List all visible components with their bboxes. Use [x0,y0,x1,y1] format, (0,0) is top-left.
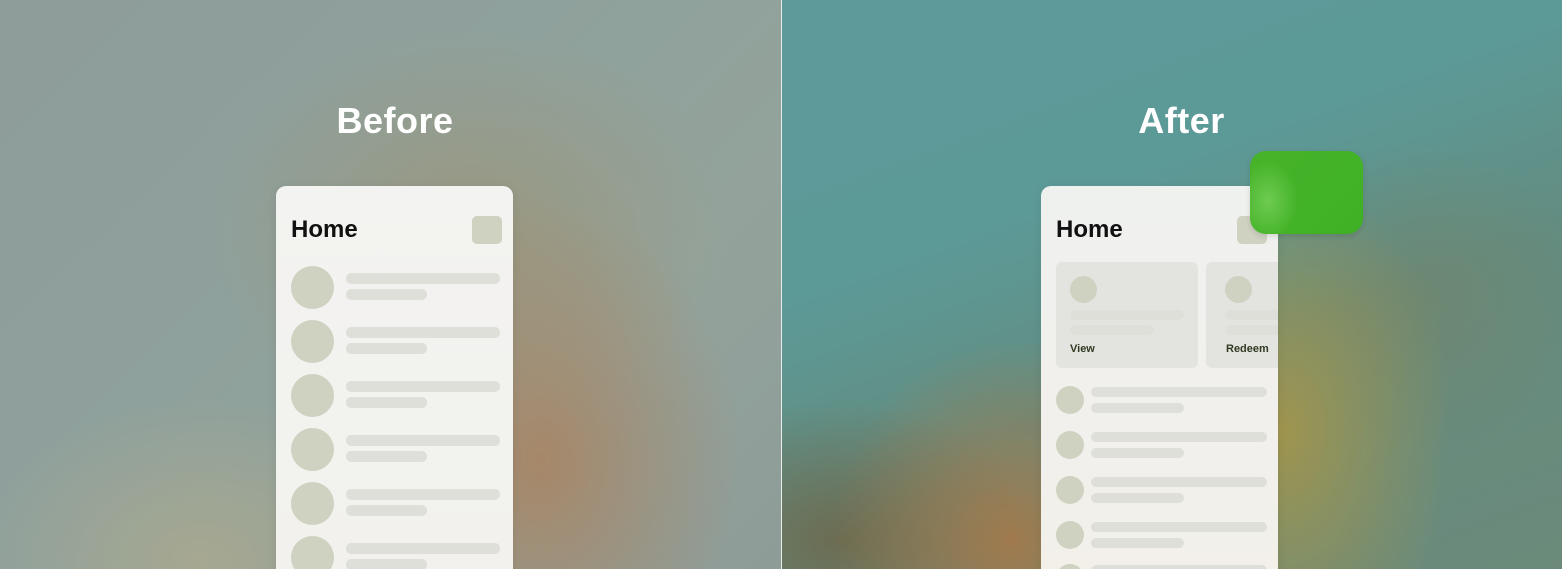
placeholder-line [346,489,500,500]
before-home-title: Home [291,216,358,243]
placeholder-line [1070,310,1184,320]
green-notification-badge[interactable] [1250,151,1363,234]
redeem-link[interactable]: Redeem [1226,343,1269,355]
placeholder-line [1091,403,1184,413]
placeholder-line [1091,432,1267,442]
card-carousel[interactable]: View Redeem [1056,262,1278,368]
placeholder-line [346,289,427,300]
list-item[interactable] [291,374,501,418]
card-avatar [1070,276,1097,303]
avatar [291,536,334,569]
placeholder-line [346,543,500,554]
placeholder-line [346,451,427,462]
placeholder-line [1091,477,1267,487]
list-item[interactable] [1056,431,1267,461]
placeholder-line [1091,387,1267,397]
view-link[interactable]: View [1070,343,1095,355]
placeholder-line [346,397,427,408]
avatar [1056,476,1084,504]
list-item[interactable] [291,320,501,364]
list-item[interactable] [1056,564,1267,569]
after-title: After [1138,100,1225,141]
placeholder-line [1091,448,1184,458]
list-item[interactable] [291,482,501,526]
placeholder-line [346,435,500,446]
placeholder-line [346,559,427,569]
avatar [1056,431,1084,459]
list-item[interactable] [1056,476,1267,506]
avatar [1056,386,1084,414]
before-header-action-button[interactable] [472,216,502,244]
avatar [291,320,334,363]
after-phone-screen: Home View Redeem [1041,186,1278,569]
placeholder-line [1225,310,1278,320]
placeholder-line [346,273,500,284]
placeholder-line [346,505,427,516]
comparison-stage: Before Home After Home View Redeem [0,0,1562,569]
placeholder-line [1091,565,1267,569]
placeholder-line [1070,325,1154,335]
avatar [291,266,334,309]
placeholder-line [1091,493,1184,503]
placeholder-line [1091,538,1184,548]
placeholder-line [346,343,427,354]
list-item[interactable] [1056,521,1267,551]
placeholder-line [1091,522,1267,532]
avatar [291,374,334,417]
placeholder-line [346,381,500,392]
avatar [1056,564,1084,569]
after-home-title: Home [1056,216,1123,243]
avatar [291,482,334,525]
after-panel: After Home View Redeem [782,0,1562,569]
placeholder-line [346,327,500,338]
offer-card[interactable]: Redeem [1206,262,1278,368]
offer-card[interactable]: View [1056,262,1198,368]
list-item[interactable] [291,266,501,310]
before-panel: Before Home [0,0,781,569]
list-item[interactable] [291,428,501,472]
avatar [1056,521,1084,549]
placeholder-line [1225,325,1278,335]
list-item[interactable] [291,536,501,569]
avatar [291,428,334,471]
before-phone-screen: Home [276,186,513,569]
list-item[interactable] [1056,386,1267,416]
card-avatar [1225,276,1252,303]
before-title: Before [336,100,454,141]
